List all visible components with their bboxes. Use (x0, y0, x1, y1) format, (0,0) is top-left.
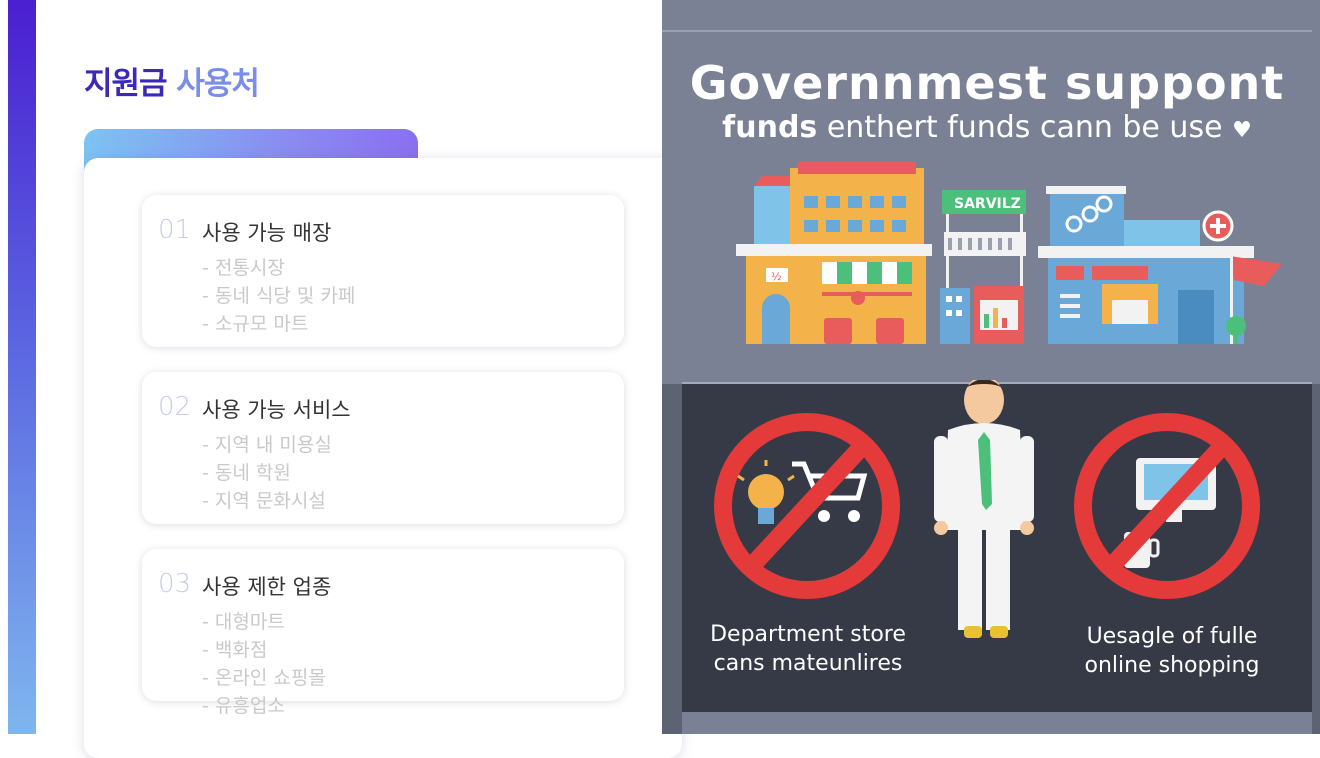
accent-bar (8, 0, 36, 734)
list-item: - 동네 학원 (202, 462, 291, 484)
list-item: - 전통시장 (202, 257, 285, 279)
person-icon (934, 380, 1034, 638)
no-online-shopping-icon (1074, 413, 1260, 599)
clinic-building-icon (1038, 186, 1282, 344)
page-title: 지원금 사용처 (84, 58, 260, 103)
section-number: 02 (158, 392, 192, 422)
caption-line: Department store (710, 622, 906, 647)
caption-line: online shopping (1084, 653, 1260, 678)
slide: 지원금 사용처 01 사용 가능 매장 - 전통시장 - 동네 식당 및 카페 … (0, 0, 1320, 758)
no-department-store-icon (714, 413, 900, 599)
infographic: Governnmest suppont funds enthert funds … (662, 0, 1320, 734)
list-item: - 유흥업소 (202, 695, 285, 717)
svg-text:½: ½ (771, 270, 782, 283)
title-part-2: 사용처 (176, 66, 260, 102)
section-available-services: 02 사용 가능 서비스 - 지역 내 미용실 - 동네 학원 - 지역 문화시… (142, 372, 624, 524)
section-available-stores: 01 사용 가능 매장 - 전통시장 - 동네 식당 및 카페 - 소규모 마트 (142, 195, 624, 347)
section-number: 01 (158, 215, 192, 245)
title-part-1: 지원금 (84, 66, 168, 102)
market-stand-icon: SARVILZ (940, 190, 1026, 344)
svg-text:SARVILZ: SARVILZ (954, 196, 1021, 212)
caption-department-store: Department store cans mateunlires (696, 620, 920, 678)
caption-online-shopping: Uesagle of fulle online shopping (1062, 622, 1282, 680)
list-item: - 지역 문화시설 (202, 490, 326, 512)
section-restricted-businesses: 03 사용 제한 업종 - 대형마트 - 백화점 - 온라인 쇼핑몰 - 유흥업… (142, 549, 624, 717)
list-item: - 지역 내 미용실 (202, 434, 332, 456)
store-building-icon: ½ (736, 162, 932, 344)
section-heading: 사용 제한 업종 (202, 575, 332, 599)
list-item: - 온라인 쇼핑몰 (202, 667, 326, 689)
storefronts-illustration: ½ SARVILZ (736, 162, 1282, 344)
list-item: - 백화점 (202, 639, 268, 661)
section-heading: 사용 가능 서비스 (202, 398, 351, 422)
caption-line: cans mateunlires (713, 651, 903, 676)
list-item: - 대형마트 (202, 611, 285, 633)
section-number: 03 (158, 569, 192, 599)
section-heading: 사용 가능 매장 (202, 221, 332, 245)
caption-line: Uesagle of fulle (1086, 624, 1258, 649)
bottom-strip (682, 712, 1312, 734)
list-item: - 동네 식당 및 카페 (202, 285, 356, 307)
list-item: - 소규모 마트 (202, 313, 309, 335)
